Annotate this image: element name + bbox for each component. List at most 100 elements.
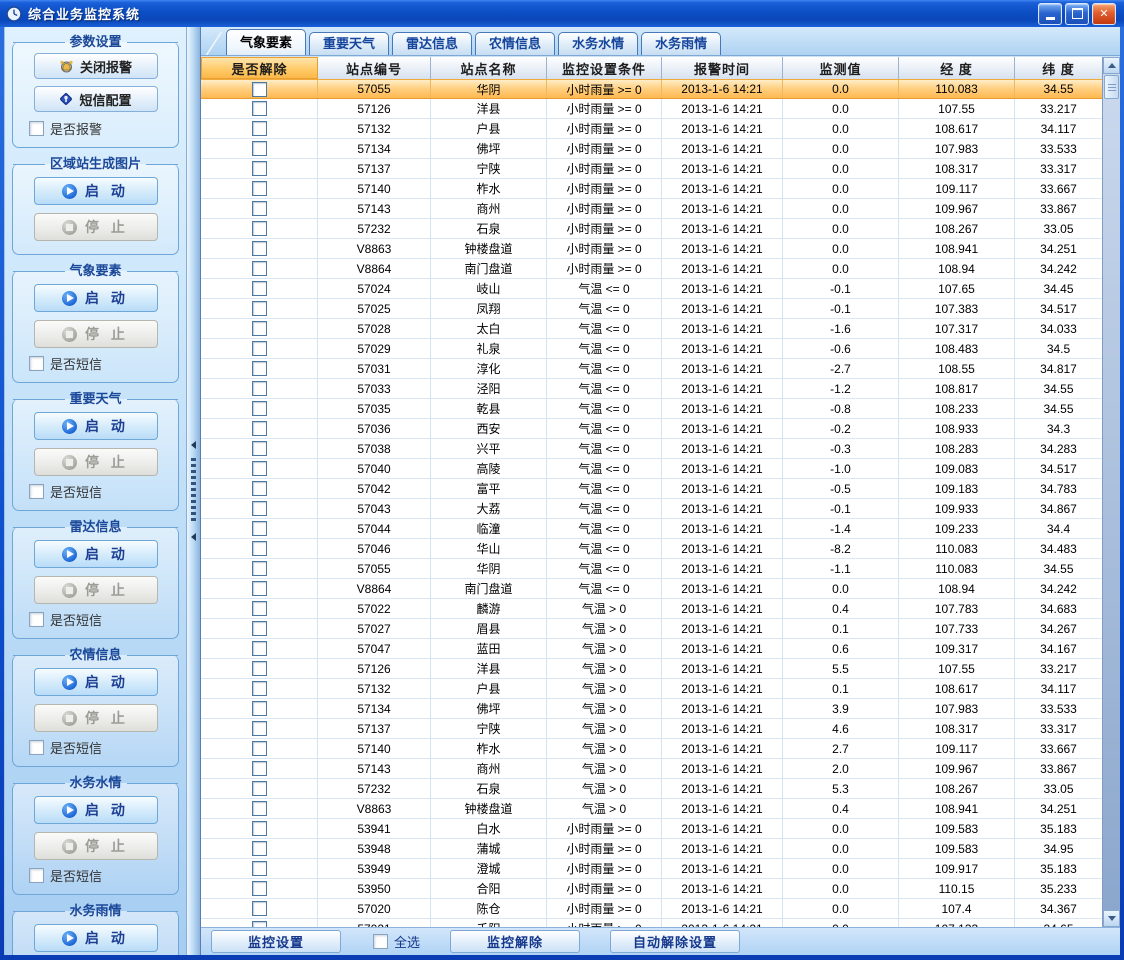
table-row[interactable]: 57020陈仓小时雨量 >= 02013-1-6 14:210.0107.434… (201, 899, 1103, 919)
stop-button-severe-weather[interactable]: 停 止 (34, 448, 158, 476)
table-row[interactable]: 57143商州气温 > 02013-1-6 14:212.0109.96733.… (201, 759, 1103, 779)
release-checkbox[interactable] (252, 221, 267, 236)
table-row[interactable]: 57033泾阳气温 <= 02013-1-6 14:21-1.2108.8173… (201, 379, 1103, 399)
column-header[interactable]: 经 度 (899, 57, 1015, 79)
release-checkbox[interactable] (252, 241, 267, 256)
release-checkbox[interactable] (252, 321, 267, 336)
release-checkbox[interactable] (252, 641, 267, 656)
start-button-water-level[interactable]: 启 动 (34, 796, 158, 824)
column-header[interactable]: 监控设置条件 (547, 57, 662, 79)
release-checkbox[interactable] (252, 441, 267, 456)
release-checkbox[interactable] (252, 741, 267, 756)
stop-button-radar-info[interactable]: 停 止 (34, 576, 158, 604)
select-all-checkbox[interactable] (373, 934, 388, 949)
release-checkbox[interactable] (252, 341, 267, 356)
release-checkbox[interactable] (252, 681, 267, 696)
release-checkbox[interactable] (252, 501, 267, 516)
column-header[interactable]: 监测值 (783, 57, 899, 79)
table-row[interactable]: 53941白水小时雨量 >= 02013-1-6 14:210.0109.583… (201, 819, 1103, 839)
release-checkbox[interactable] (252, 561, 267, 576)
collapse-left-icon[interactable] (191, 533, 196, 541)
release-checkbox[interactable] (252, 301, 267, 316)
scroll-up-button[interactable] (1103, 57, 1120, 74)
monitor-setting-button[interactable]: 监控设置 (211, 930, 341, 953)
release-checkbox[interactable] (252, 921, 267, 927)
radar-info-sms-checkbox[interactable] (29, 612, 44, 627)
stop-button-water-level[interactable]: 停 止 (34, 832, 158, 860)
title-bar[interactable]: 综合业务监控系统 ✕ (0, 0, 1124, 27)
table-row[interactable]: 57055华阴气温 <= 02013-1-6 14:21-1.1110.0833… (201, 559, 1103, 579)
column-header[interactable]: 是否解除 (201, 57, 318, 79)
table-row[interactable]: 57036西安气温 <= 02013-1-6 14:21-0.2108.9333… (201, 419, 1103, 439)
table-row[interactable]: 53948蒲城小时雨量 >= 02013-1-6 14:210.0109.583… (201, 839, 1103, 859)
release-checkbox[interactable] (252, 161, 267, 176)
table-row[interactable]: V8864南门盘道小时雨量 >= 02013-1-6 14:210.0108.9… (201, 259, 1103, 279)
table-row[interactable]: 57027眉县气温 > 02013-1-6 14:210.1107.73334.… (201, 619, 1103, 639)
table-row[interactable]: 57043大荔气温 <= 02013-1-6 14:21-0.1109.9333… (201, 499, 1103, 519)
release-checkbox[interactable] (252, 801, 267, 816)
release-checkbox[interactable] (252, 581, 267, 596)
tab-severe-weather[interactable]: 重要天气 (309, 32, 389, 55)
column-header[interactable]: 纬 度 (1015, 57, 1103, 79)
table-row[interactable]: 57028太白气温 <= 02013-1-6 14:21-1.6107.3173… (201, 319, 1103, 339)
release-checkbox[interactable] (252, 261, 267, 276)
stop-button-region-image[interactable]: 停 止 (34, 213, 158, 241)
table-row[interactable]: 57134佛坪小时雨量 >= 02013-1-6 14:210.0107.983… (201, 139, 1103, 159)
release-checkbox[interactable] (252, 901, 267, 916)
table-row[interactable]: V8863钟楼盘道小时雨量 >= 02013-1-6 14:210.0108.9… (201, 239, 1103, 259)
tab-weather-elements[interactable]: 气象要素 (226, 29, 306, 55)
minimize-button[interactable] (1038, 3, 1062, 25)
start-button-severe-weather[interactable]: 启 动 (34, 412, 158, 440)
monitor-release-button[interactable]: 监控解除 (450, 930, 580, 953)
table-rows-viewport[interactable]: 57055华阴小时雨量 >= 02013-1-6 14:210.0110.083… (201, 79, 1103, 927)
column-header[interactable]: 报警时间 (662, 57, 783, 79)
release-checkbox[interactable] (252, 461, 267, 476)
release-checkbox[interactable] (252, 101, 267, 116)
table-row[interactable]: 57055华阴小时雨量 >= 02013-1-6 14:210.0110.083… (201, 79, 1103, 99)
table-row[interactable]: V8863钟楼盘道气温 > 02013-1-6 14:210.4108.9413… (201, 799, 1103, 819)
column-header[interactable]: 站点名称 (431, 57, 547, 79)
release-checkbox[interactable] (252, 141, 267, 156)
close-alarm-button[interactable]: 关闭报警 (34, 53, 158, 79)
table-row[interactable]: 57140柞水小时雨量 >= 02013-1-6 14:210.0109.117… (201, 179, 1103, 199)
tab-radar-info[interactable]: 雷达信息 (392, 32, 472, 55)
severe-weather-sms-checkbox[interactable] (29, 484, 44, 499)
scrollbar-track[interactable] (1103, 100, 1120, 910)
release-checkbox[interactable] (252, 721, 267, 736)
release-checkbox[interactable] (252, 661, 267, 676)
table-row[interactable]: 57031淳化气温 <= 02013-1-6 14:21-2.7108.5534… (201, 359, 1103, 379)
table-row[interactable]: 57132户县气温 > 02013-1-6 14:210.1108.61734.… (201, 679, 1103, 699)
start-button-radar-info[interactable]: 启 动 (34, 540, 158, 568)
table-row[interactable]: V8864南门盘道气温 <= 02013-1-6 14:210.0108.943… (201, 579, 1103, 599)
splitter-grip[interactable] (191, 458, 196, 524)
table-row[interactable]: 57047蓝田气温 > 02013-1-6 14:210.6109.31734.… (201, 639, 1103, 659)
water-level-sms-checkbox[interactable] (29, 868, 44, 883)
agriculture-info-sms-checkbox[interactable] (29, 740, 44, 755)
release-checkbox[interactable] (252, 381, 267, 396)
table-row[interactable]: 57232石泉小时雨量 >= 02013-1-6 14:210.0108.267… (201, 219, 1103, 239)
release-checkbox[interactable] (252, 401, 267, 416)
release-checkbox[interactable] (252, 481, 267, 496)
release-checkbox[interactable] (252, 82, 267, 97)
table-row[interactable]: 53950合阳小时雨量 >= 02013-1-6 14:210.0110.153… (201, 879, 1103, 899)
table-row[interactable]: 57134佛坪气温 > 02013-1-6 14:213.9107.98333.… (201, 699, 1103, 719)
table-row[interactable]: 57029礼泉气温 <= 02013-1-6 14:21-0.6108.4833… (201, 339, 1103, 359)
release-checkbox[interactable] (252, 781, 267, 796)
table-row[interactable]: 57021千阳小时雨量 >= 02013-1-6 14:210.0107.133… (201, 919, 1103, 927)
scroll-down-button[interactable] (1103, 910, 1120, 927)
table-row[interactable]: 57143商州小时雨量 >= 02013-1-6 14:210.0109.967… (201, 199, 1103, 219)
release-checkbox[interactable] (252, 821, 267, 836)
release-checkbox[interactable] (252, 201, 267, 216)
table-row[interactable]: 57035乾县气温 <= 02013-1-6 14:21-0.8108.2333… (201, 399, 1103, 419)
scrollbar-thumb[interactable] (1104, 75, 1119, 99)
table-row[interactable]: 57132户县小时雨量 >= 02013-1-6 14:210.0108.617… (201, 119, 1103, 139)
release-checkbox[interactable] (252, 881, 267, 896)
table-row[interactable]: 57040高陵气温 <= 02013-1-6 14:21-1.0109.0833… (201, 459, 1103, 479)
release-checkbox[interactable] (252, 121, 267, 136)
stop-button-agriculture-info[interactable]: 停 止 (34, 704, 158, 732)
table-row[interactable]: 57046华山气温 <= 02013-1-6 14:21-8.2110.0833… (201, 539, 1103, 559)
table-row[interactable]: 57126洋县小时雨量 >= 02013-1-6 14:210.0107.553… (201, 99, 1103, 119)
start-button-agriculture-info[interactable]: 启 动 (34, 668, 158, 696)
release-checkbox[interactable] (252, 541, 267, 556)
table-row[interactable]: 57022麟游气温 > 02013-1-6 14:210.4107.78334.… (201, 599, 1103, 619)
